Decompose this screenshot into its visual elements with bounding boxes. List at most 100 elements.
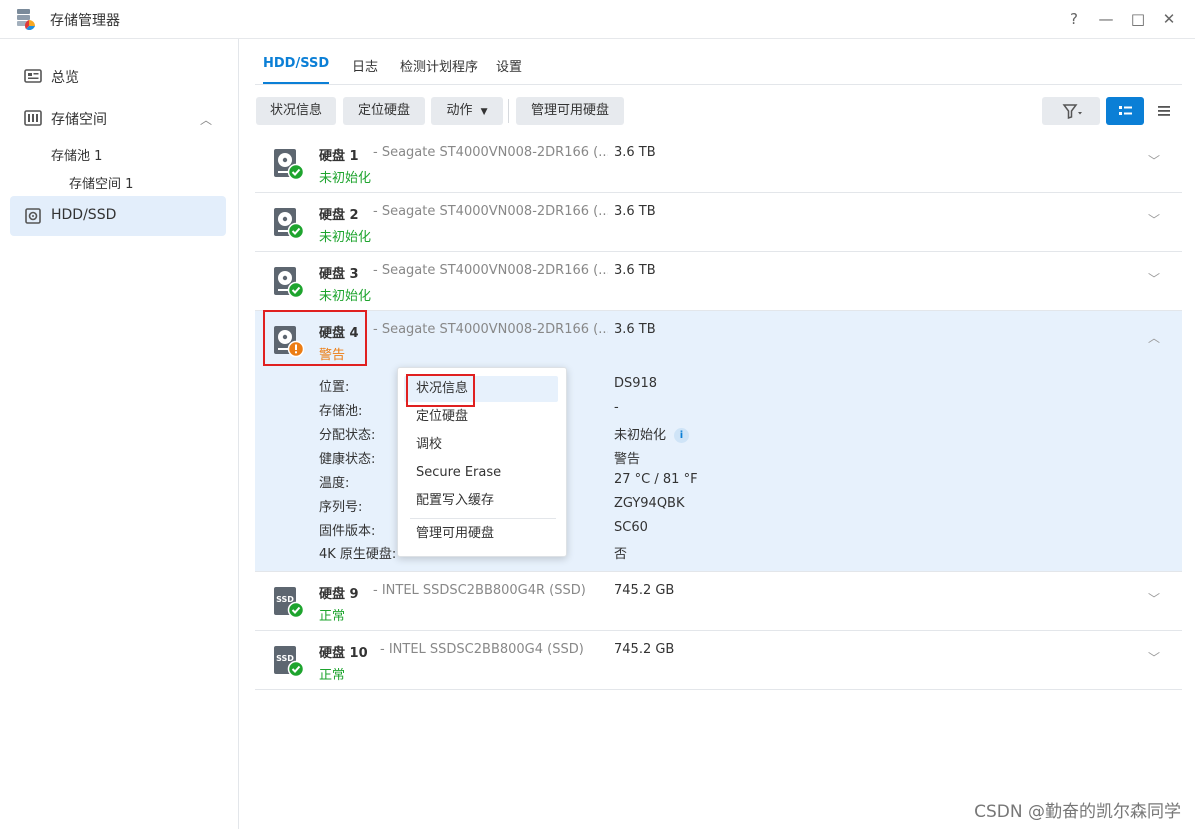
sidebar-item-hdd-ssd[interactable]: HDD/SSD (10, 196, 226, 236)
detail-label-storage-pool: 存储池: (319, 404, 363, 419)
disk-status: 正常 (319, 609, 346, 624)
tab-bar: HDD/SSD 日志 检测计划程序 设置 (255, 39, 1182, 85)
detail-value-firmware: SC60 (614, 520, 648, 535)
window-title: 存储管理器 (50, 13, 120, 29)
chevron-down-icon[interactable]: ﹀ (1148, 649, 1160, 666)
disk-model: - Seagate ST4000VN008-2DR166 (... (373, 322, 608, 337)
filter-button[interactable] (1042, 97, 1100, 125)
svg-text:SSD: SSD (276, 595, 294, 604)
tab-hdd-ssd[interactable]: HDD/SSD (263, 56, 330, 84)
disk-size: 3.6 TB (614, 263, 656, 278)
menu-item-health-info[interactable]: 状况信息 (404, 376, 558, 402)
action-dropdown-button[interactable]: 动作 ▼ (431, 97, 503, 125)
disk-row[interactable]: 硬盘 3 - Seagate ST4000VN008-2DR166 (... 3… (255, 252, 1182, 311)
disk-size: 3.6 TB (614, 145, 656, 160)
sidebar-item-storage-pool-1[interactable]: 存储池 1 (51, 145, 102, 164)
detail-label-location: 位置: (319, 380, 350, 395)
tab-settings[interactable]: 设置 (496, 56, 522, 86)
menu-item-write-cache[interactable]: 配置写入缓存 (404, 488, 558, 514)
disk-size: 3.6 TB (614, 322, 656, 337)
ssd-icon: SSD (272, 585, 305, 619)
sidebar-item-overview[interactable]: 总览 (10, 56, 226, 96)
sidebar: 总览 存储空间 ︿ 存储池 1 存储空间 1 HDD/SSD (0, 39, 239, 829)
disk-name: 硬盘 3 (319, 267, 359, 282)
disk-model: - Seagate ST4000VN008-2DR166 (... (373, 204, 608, 219)
caret-down-icon: ▼ (480, 107, 488, 117)
detail-value-serial: ZGY94QBK (614, 496, 685, 511)
menu-item-calibrate[interactable]: 调校 (404, 432, 558, 458)
disk-size: 745.2 GB (614, 642, 675, 657)
disk-icon (25, 208, 41, 224)
detail-label-serial: 序列号: (319, 500, 363, 515)
disk-name: 硬盘 4 (319, 326, 359, 341)
disk-status: 未初始化 (319, 289, 372, 304)
chevron-down-icon[interactable]: ﹀ (1148, 211, 1160, 228)
chevron-down-icon[interactable]: ﹀ (1148, 152, 1160, 169)
help-button[interactable]: ? (1063, 8, 1085, 30)
health-info-button[interactable]: 状况信息 (256, 97, 336, 125)
sidebar-item-label: 总览 (51, 70, 79, 86)
disk-name: 硬盘 1 (319, 149, 359, 164)
detail-value-location: DS918 (614, 376, 658, 391)
disk-status: 未初始化 (319, 171, 372, 186)
detail-value-health: 警告 (614, 452, 641, 467)
disk-row[interactable]: 硬盘 2 - Seagate ST4000VN008-2DR166 (... 3… (255, 193, 1182, 252)
hdd-icon (272, 147, 305, 181)
detail-label-allocation: 分配状态: (319, 428, 376, 443)
compact-view-button[interactable] (1148, 97, 1180, 125)
maximize-button[interactable]: □ (1127, 8, 1149, 30)
locate-disk-button[interactable]: 定位硬盘 (343, 97, 425, 125)
menu-item-manage-available-drives[interactable]: 管理可用硬盘 (404, 521, 558, 547)
manage-available-drives-button[interactable]: 管理可用硬盘 (516, 97, 624, 125)
list-icon (1158, 106, 1170, 116)
menu-item-secure-erase[interactable]: Secure Erase (404, 460, 558, 486)
svg-text:SSD: SSD (276, 654, 294, 663)
disk-status: 未初始化 (319, 230, 372, 245)
info-icon[interactable]: i (674, 428, 690, 443)
hdd-icon (272, 265, 305, 299)
disk-row-expanded[interactable]: 硬盘 4 - Seagate ST4000VN008-2DR166 (... 3… (255, 311, 1182, 572)
disk-model: - Seagate ST4000VN008-2DR166 (... (373, 263, 608, 278)
filter-icon (1062, 104, 1082, 120)
storage-manager-app-icon (17, 9, 35, 30)
tab-log[interactable]: 日志 (352, 56, 378, 86)
list-detail-icon (1119, 106, 1132, 115)
sidebar-item-label: 存储空间 (51, 112, 107, 128)
disk-status: 正常 (319, 668, 346, 683)
disk-status: 警告 (319, 348, 346, 363)
ssd-icon: SSD (272, 644, 305, 678)
disk-row[interactable]: SSD 硬盘 9 - INTEL SSDSC2BB800G4R (SSD) 74… (255, 572, 1182, 631)
toolbar-divider (508, 99, 509, 123)
disk-context-menu: 状况信息 定位硬盘 调校 Secure Erase 配置写入缓存 管理可用硬盘 (397, 367, 567, 557)
menu-item-locate-disk[interactable]: 定位硬盘 (404, 404, 558, 430)
detail-label-health: 健康状态: (319, 452, 376, 467)
watermark: CSDN @勤奋的凯尔森同学 (974, 802, 1181, 822)
disk-size: 745.2 GB (614, 583, 675, 598)
disk-row[interactable]: 硬盘 1 - Seagate ST4000VN008-2DR166 (... 3… (255, 134, 1182, 193)
disk-model: - Seagate ST4000VN008-2DR166 (... (373, 145, 608, 160)
detail-label-4k-native: 4K 原生硬盘: (319, 547, 397, 562)
detail-view-button[interactable] (1106, 97, 1144, 125)
close-button[interactable]: ✕ (1158, 8, 1180, 30)
title-bar: 存储管理器 ? — □ ✕ (0, 0, 1195, 39)
disk-size: 3.6 TB (614, 204, 656, 219)
sidebar-item-storage[interactable]: 存储空间 ︿ (10, 98, 226, 138)
hdd-icon (272, 206, 305, 240)
sidebar-item-volume-1[interactable]: 存储空间 1 (69, 173, 133, 192)
sidebar-item-label: HDD/SSD (51, 207, 117, 223)
storage-icon (24, 110, 42, 126)
disk-name: 硬盘 10 (319, 646, 368, 661)
chevron-up-icon[interactable]: ︿ (200, 111, 212, 128)
tab-test-scheduler[interactable]: 检测计划程序 (400, 56, 478, 86)
chevron-up-icon[interactable]: ︿ (1148, 329, 1160, 346)
chevron-down-icon[interactable]: ﹀ (1148, 590, 1160, 607)
minimize-button[interactable]: — (1095, 8, 1117, 30)
detail-value-temperature: 27 °C / 81 °F (614, 472, 698, 487)
detail-value-allocation: 未初始化 i (614, 424, 690, 443)
chevron-down-icon[interactable]: ﹀ (1148, 270, 1160, 287)
disk-name: 硬盘 2 (319, 208, 359, 223)
disk-row[interactable]: SSD 硬盘 10 - INTEL SSDSC2BB800G4 (SSD) 74… (255, 631, 1182, 690)
disk-name: 硬盘 9 (319, 587, 359, 602)
action-label: 动作 (446, 103, 473, 118)
hdd-warning-icon (272, 324, 305, 358)
